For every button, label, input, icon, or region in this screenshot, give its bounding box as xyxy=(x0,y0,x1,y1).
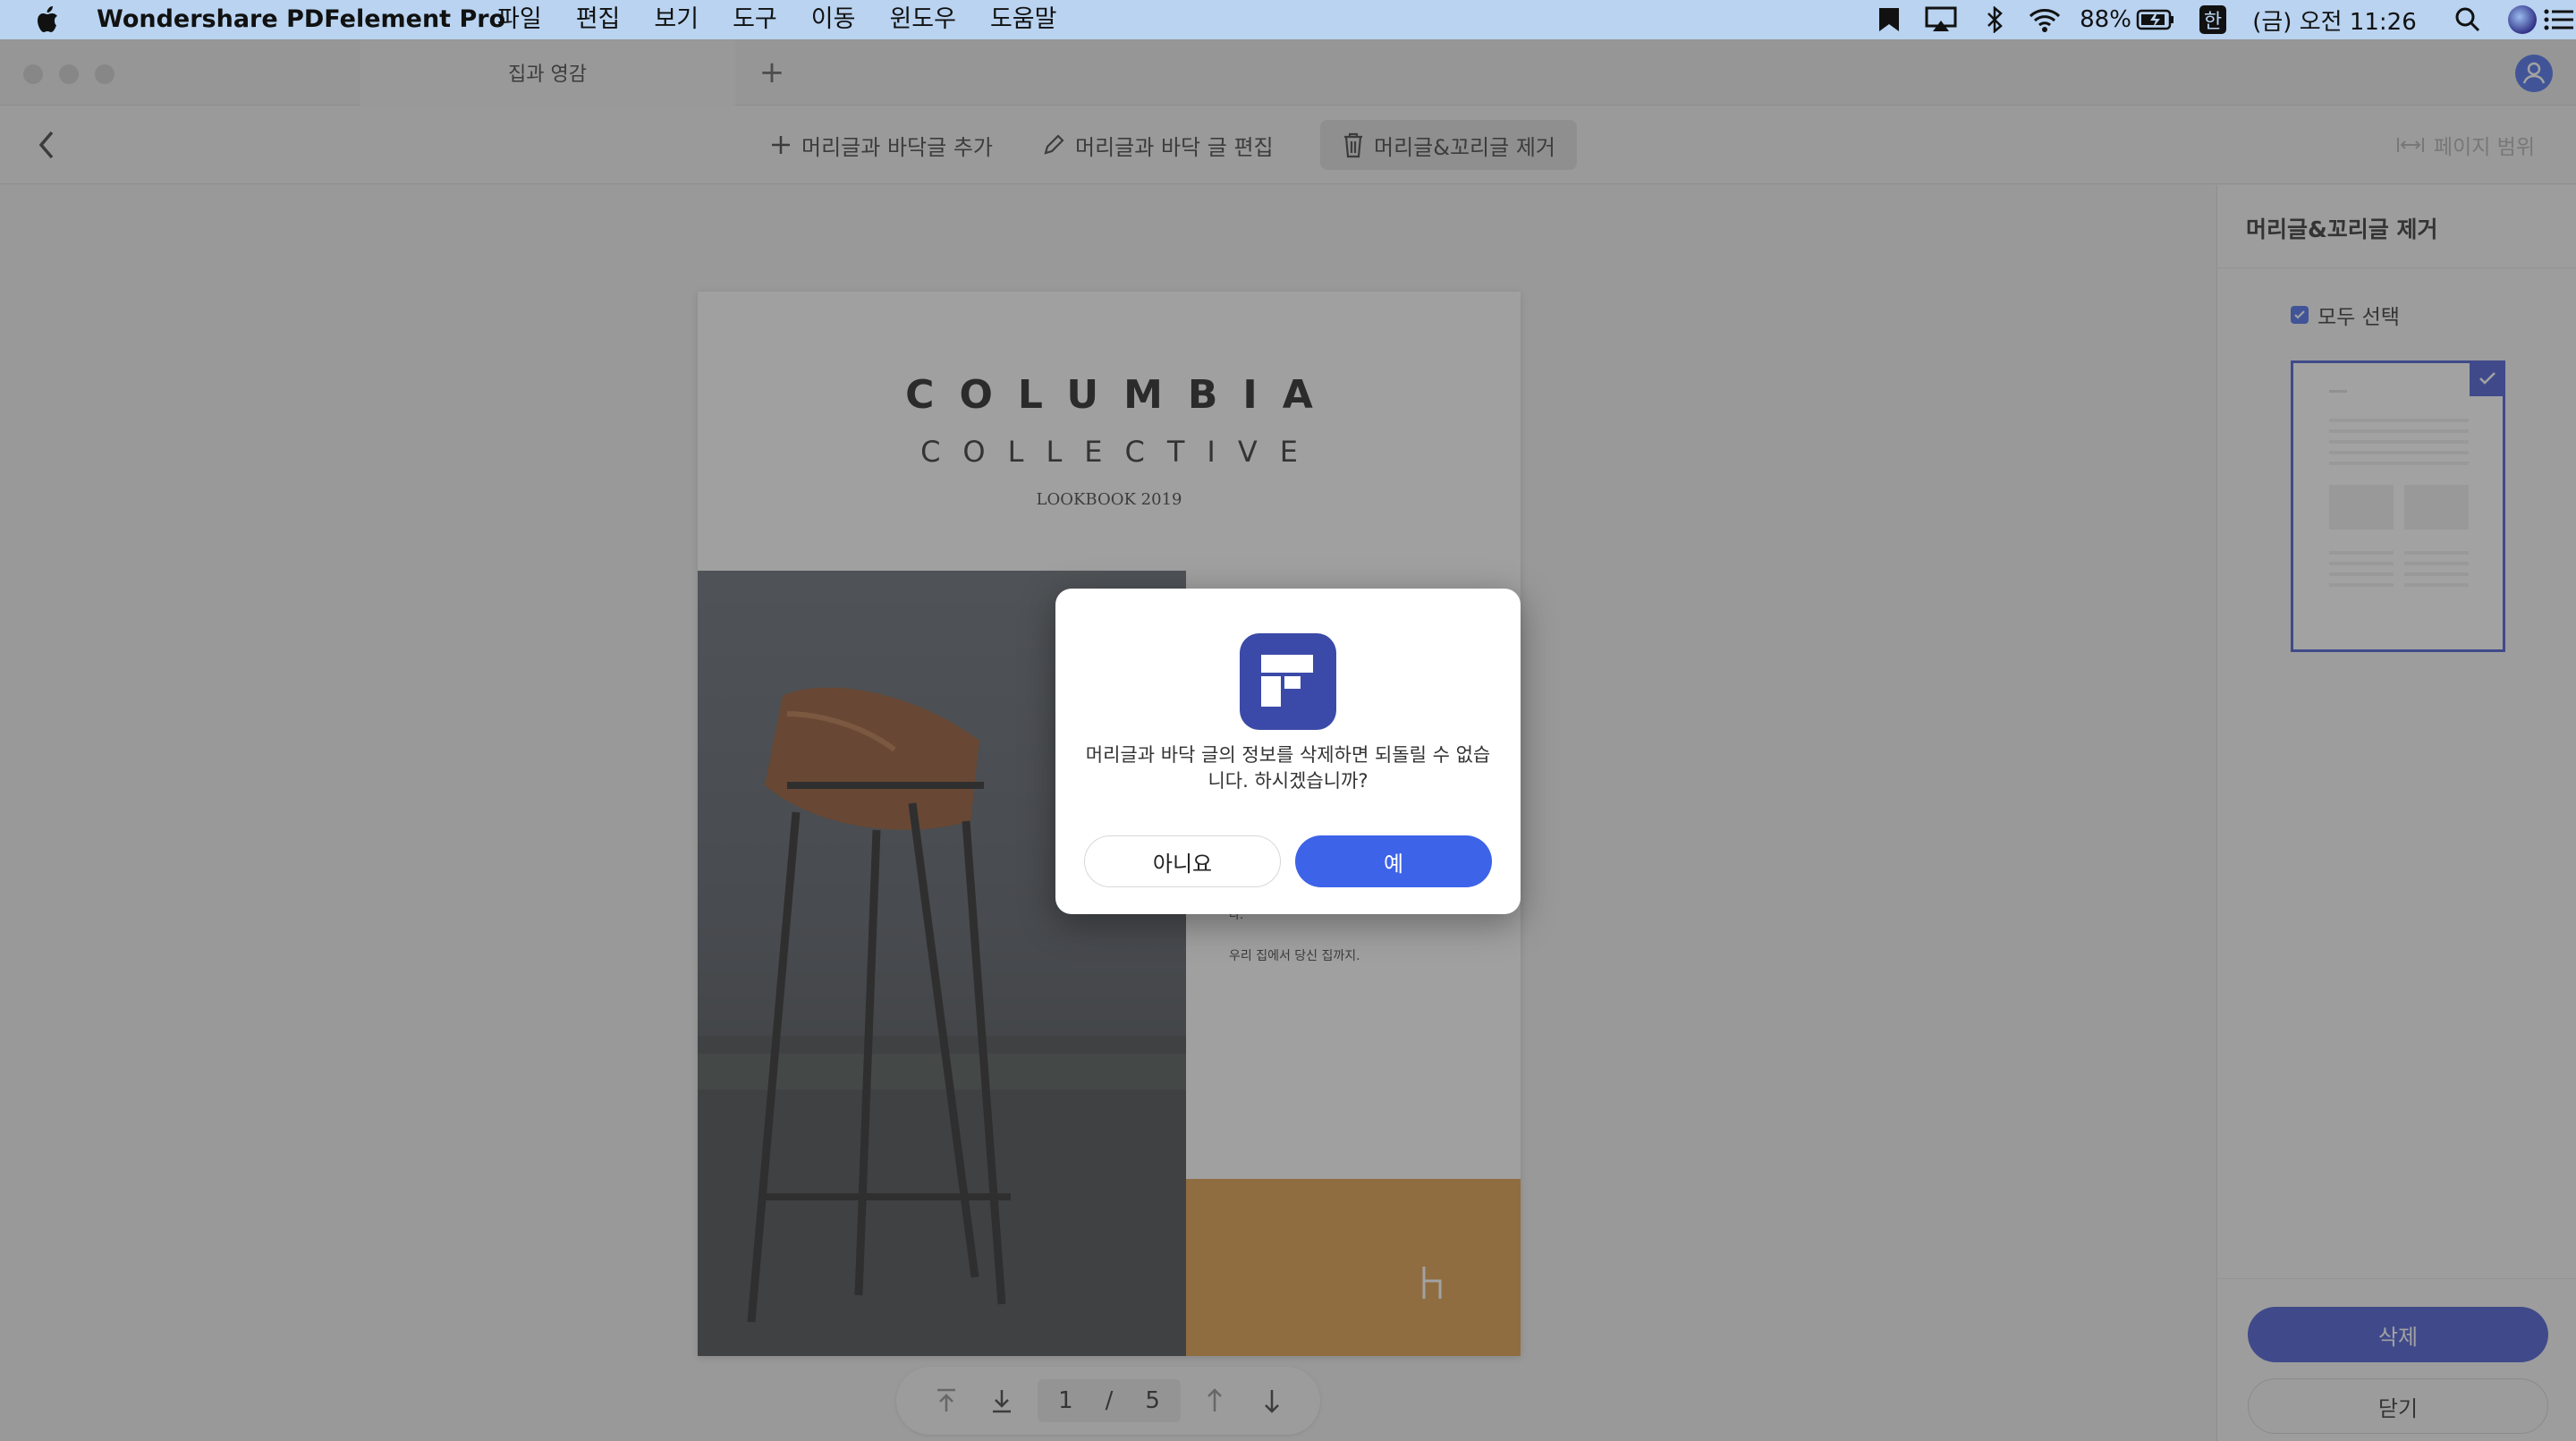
spotlight-search-icon[interactable] xyxy=(2453,0,2483,39)
airplay-icon[interactable] xyxy=(1923,0,1959,39)
pdfelement-app-icon xyxy=(1240,633,1336,730)
yes-button[interactable]: 예 xyxy=(1295,835,1492,887)
bookmark-status-icon[interactable] xyxy=(1875,0,1903,39)
clock[interactable]: (금) 오전 11:26 xyxy=(2245,0,2424,39)
battery-icon[interactable] xyxy=(2134,0,2177,39)
menu-bar: Wondershare PDFelement Pro 파일 편집 보기 도구 이… xyxy=(0,0,2576,39)
menu-help[interactable]: 도움말 xyxy=(990,0,1057,39)
wifi-icon[interactable] xyxy=(2025,0,2064,39)
menu-tools[interactable]: 도구 xyxy=(733,0,777,39)
app-name-menu[interactable]: Wondershare PDFelement Pro xyxy=(97,0,505,39)
dialog-message: 머리글과 바닥 글의 정보를 삭제하면 되돌릴 수 없습 니다. 하시겠습니까? xyxy=(1085,744,1491,792)
battery-percent: 88% xyxy=(2080,6,2131,33)
menu-edit[interactable]: 편집 xyxy=(576,0,621,39)
apple-icon[interactable] xyxy=(36,4,63,36)
bluetooth-icon[interactable] xyxy=(1980,0,2009,39)
confirm-dialog: 머리글과 바닥 글의 정보를 삭제하면 되돌릴 수 없습 니다. 하시겠습니까?… xyxy=(1055,589,1521,914)
no-button[interactable]: 아니요 xyxy=(1084,835,1281,887)
menu-view[interactable]: 보기 xyxy=(654,0,699,39)
input-method-indicator[interactable]: 한 xyxy=(2199,0,2227,39)
notification-center-icon[interactable] xyxy=(2542,0,2576,39)
siri-icon[interactable] xyxy=(2506,0,2538,39)
menu-file[interactable]: 파일 xyxy=(497,0,542,39)
menu-go[interactable]: 이동 xyxy=(811,0,856,39)
menu-window[interactable]: 윈도우 xyxy=(889,0,956,39)
